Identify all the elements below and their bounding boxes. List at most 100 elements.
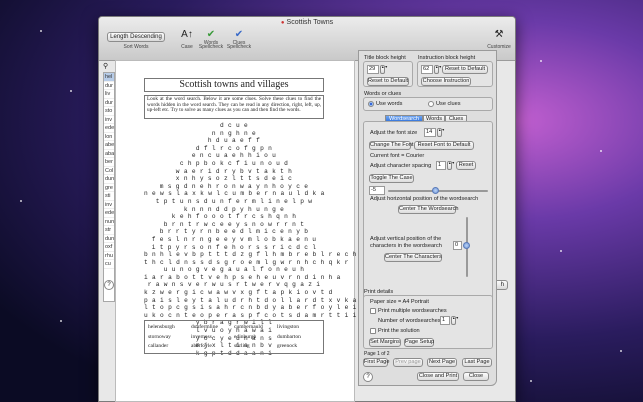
print-solution-label: Print the solution: [378, 328, 420, 334]
case-icon[interactable]: A↑: [177, 29, 197, 40]
char-spacing-reset-button[interactable]: Reset: [456, 161, 476, 170]
grid-row: d f l r c o f g p n: [195, 144, 273, 152]
star: [70, 90, 72, 92]
word-item: stirling: [234, 343, 250, 350]
star: [40, 30, 42, 32]
last-page-button[interactable]: Last Page: [462, 358, 492, 367]
grid-row: e n c u a e h h i o u: [191, 152, 277, 160]
list-item[interactable]: dun: [104, 175, 114, 184]
list-item[interactable]: hel: [104, 73, 114, 82]
prev-page-button[interactable]: Prev page: [393, 358, 423, 367]
print-preview-page: Scottish towns and villages Look at the …: [115, 60, 373, 402]
star: [540, 60, 542, 62]
search-icon[interactable]: ⚲: [103, 62, 108, 70]
list-item[interactable]: ede: [104, 209, 114, 218]
word-item: inverness: [191, 333, 212, 340]
word-list[interactable]: hel dur liv dur sto inv ede lon abe aba ber Col dun g…: [103, 72, 115, 302]
help-button-panel[interactable]: ?: [363, 372, 373, 382]
list-item[interactable]: inv: [104, 116, 114, 124]
instruction-block-group: 62 ▲▼ Reset to Default Choose Instructio…: [417, 61, 493, 87]
grid-row: c h p b o k c f i u n o u d: [179, 159, 289, 167]
set-margins-button[interactable]: Set Margins: [369, 338, 401, 347]
list-item[interactable]: dur: [104, 99, 114, 107]
first-page-button[interactable]: First Page: [363, 358, 390, 367]
settings-panel: Title block height Instruction block hei…: [358, 50, 497, 386]
list-item[interactable]: inv: [104, 201, 114, 209]
instruction-block-height-field[interactable]: 62: [421, 65, 433, 74]
list-item[interactable]: oxf: [104, 243, 114, 252]
center-characters-button[interactable]: Center The Characters: [384, 253, 442, 262]
print-multiple-checkbox[interactable]: [370, 308, 376, 314]
list-item[interactable]: str: [104, 226, 114, 235]
list-item[interactable]: rhu: [104, 252, 114, 260]
instruction-block-height-stepper[interactable]: ▲▼: [434, 65, 442, 74]
list-item[interactable]: gre: [104, 184, 114, 192]
list-item[interactable]: lon: [104, 133, 114, 141]
list-item[interactable]: nun: [104, 218, 114, 226]
toggle-case-button[interactable]: Toggle The Case: [369, 174, 414, 183]
horizontal-position-field[interactable]: -5: [369, 186, 385, 195]
words-spellcheck-icon[interactable]: ✔: [201, 29, 221, 40]
case-label: Case: [181, 44, 193, 50]
grid-row: k n n n d d p y h u n g e: [183, 205, 285, 213]
grid-row: l t o p c g s i s a h r c n b d y a b e …: [144, 304, 373, 312]
horizontal-position-label: Adjust horizontal position of the wordse…: [370, 196, 479, 202]
change-font-button[interactable]: Change The Font: [369, 141, 413, 150]
clues-spellcheck-icon[interactable]: ✔: [229, 29, 249, 40]
num-wordsearches-stepper[interactable]: ▲▼: [451, 316, 459, 325]
grid-row: i a r a b o t t v e h p s e h e u v r n …: [144, 273, 341, 281]
close-and-print-button[interactable]: Close and Print: [417, 372, 459, 381]
font-size-stepper[interactable]: ▲▼: [437, 128, 445, 137]
title-block-height-field[interactable]: 29: [367, 65, 379, 74]
list-item[interactable]: liv: [104, 90, 114, 99]
char-spacing-field[interactable]: 1: [436, 161, 446, 170]
list-item[interactable]: dun: [104, 235, 114, 243]
horizontal-position-knob[interactable]: [432, 187, 439, 194]
grid-row: u k o c n t e o p e r a s p f c o t s d …: [144, 311, 365, 319]
font-size-field[interactable]: 14: [424, 128, 436, 137]
grid-row: b r r t y r n b e e d l m i c e n y b: [159, 228, 309, 236]
word-item: livingston: [277, 324, 300, 330]
word-item: cumbernauld: [234, 324, 263, 330]
words-spellcheck-label: Spellcheck: [198, 44, 224, 50]
char-spacing-stepper[interactable]: ▲▼: [447, 161, 455, 170]
vertical-position-field[interactable]: 0: [453, 241, 462, 250]
list-item[interactable]: cu: [104, 260, 114, 269]
list-item[interactable]: abe: [104, 141, 114, 150]
print-details-group: Paper size = A4 Portrait Print multiple …: [363, 295, 493, 349]
list-item[interactable]: ede: [104, 124, 114, 133]
use-clues-radio[interactable]: [428, 101, 434, 107]
list-item[interactable]: aba: [104, 150, 114, 158]
grid-row: f e s l n r n g e e y v m l o b k a e n …: [151, 235, 317, 243]
help-button[interactable]: ?: [104, 280, 114, 290]
title-reset-default-button[interactable]: Reset to Default: [367, 77, 409, 86]
title-block-height-stepper[interactable]: ▲▼: [380, 65, 388, 74]
print-solution-checkbox[interactable]: [370, 328, 376, 334]
use-words-label: Use words: [376, 101, 403, 107]
list-item[interactable]: sto: [104, 107, 114, 116]
instruction-reset-default-button[interactable]: Reset to Default: [442, 65, 488, 74]
customize-icon[interactable]: ⚒: [489, 29, 509, 40]
list-item[interactable]: dur: [104, 82, 114, 90]
next-page-button[interactable]: Next Page: [427, 358, 457, 367]
reset-font-button[interactable]: Reset Font to Default: [414, 141, 474, 150]
center-wordsearch-button[interactable]: Center The Wordsearch: [398, 205, 459, 214]
vertical-position-knob[interactable]: [463, 242, 470, 249]
grid-row: t p t u n s d u n f e r m l i n e l p w: [155, 197, 313, 205]
choose-instruction-button[interactable]: Choose Instruction: [421, 77, 471, 86]
page-setup-button[interactable]: Page Setup: [404, 338, 434, 347]
close-button[interactable]: Close: [463, 372, 489, 381]
list-item[interactable]: ber: [104, 158, 114, 167]
words-or-clues-group: Use words Use clues: [363, 97, 493, 111]
grid-row: t h c l d n s s d s g r o e m l g w r n …: [144, 258, 349, 266]
num-wordsearches-field[interactable]: 1: [440, 316, 450, 325]
star: [620, 350, 622, 352]
grid-row: p a i s l e y t a l u d r h t d o l l a …: [144, 296, 365, 304]
puzzle-title: Scottish towns and villages: [144, 78, 324, 92]
list-item[interactable]: sti: [104, 192, 114, 201]
list-item[interactable]: Col: [104, 167, 114, 175]
sort-words-button[interactable]: Length Descending: [107, 32, 165, 42]
star: [60, 320, 62, 322]
puzzle-instructions: Look at the word search. Below it are so…: [144, 95, 324, 119]
use-words-radio[interactable]: [368, 101, 374, 107]
